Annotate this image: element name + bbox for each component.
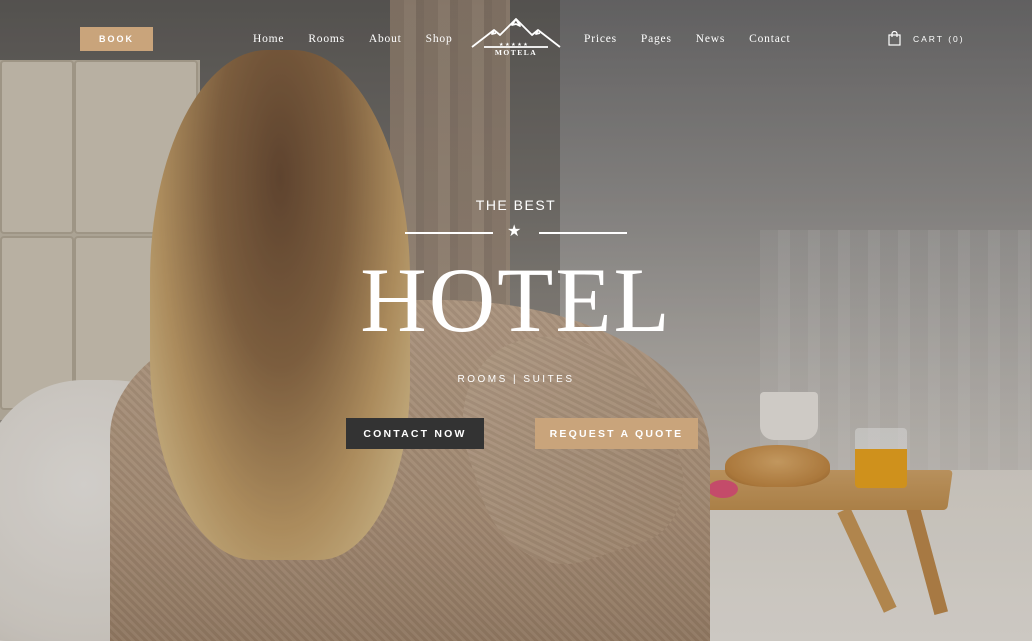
star-icon: ★ [507,223,522,240]
main-nav-left: Home Rooms About Shop [253,33,453,45]
divider-line-right [539,232,627,234]
nav-item-news[interactable]: News [696,33,725,45]
hero-tagline: ROOMS | SUITES [457,374,575,385]
hero-subtitle: THE BEST [475,197,557,213]
nav-item-about[interactable]: About [369,33,402,45]
nav-item-prices[interactable]: Prices [584,33,617,45]
main-nav-right: Prices Pages News Contact [584,33,791,45]
shopping-bag-icon [888,31,901,46]
nav-item-home[interactable]: Home [253,33,284,45]
nav-item-pages[interactable]: Pages [641,33,672,45]
contact-now-button[interactable]: CONTACT NOW [346,418,484,449]
nav-item-contact[interactable]: Contact [749,33,790,45]
nav-item-rooms[interactable]: Rooms [308,33,345,45]
cart-link[interactable]: CART (0) [888,31,965,46]
logo-text: MOTELA [494,48,538,57]
divider-line-left [405,232,493,234]
site-logo[interactable]: ★ ★ ★ ★ ★ MOTELA [470,16,562,62]
nav-item-shop[interactable]: Shop [426,33,453,45]
request-quote-button[interactable]: REQUEST A QUOTE [535,418,698,449]
hero-title: HOTEL [360,249,672,351]
cart-label: CART (0) [913,33,965,44]
mountain-logo-icon: ★ ★ ★ ★ ★ [471,18,561,48]
book-button[interactable]: BOOK [80,27,153,51]
